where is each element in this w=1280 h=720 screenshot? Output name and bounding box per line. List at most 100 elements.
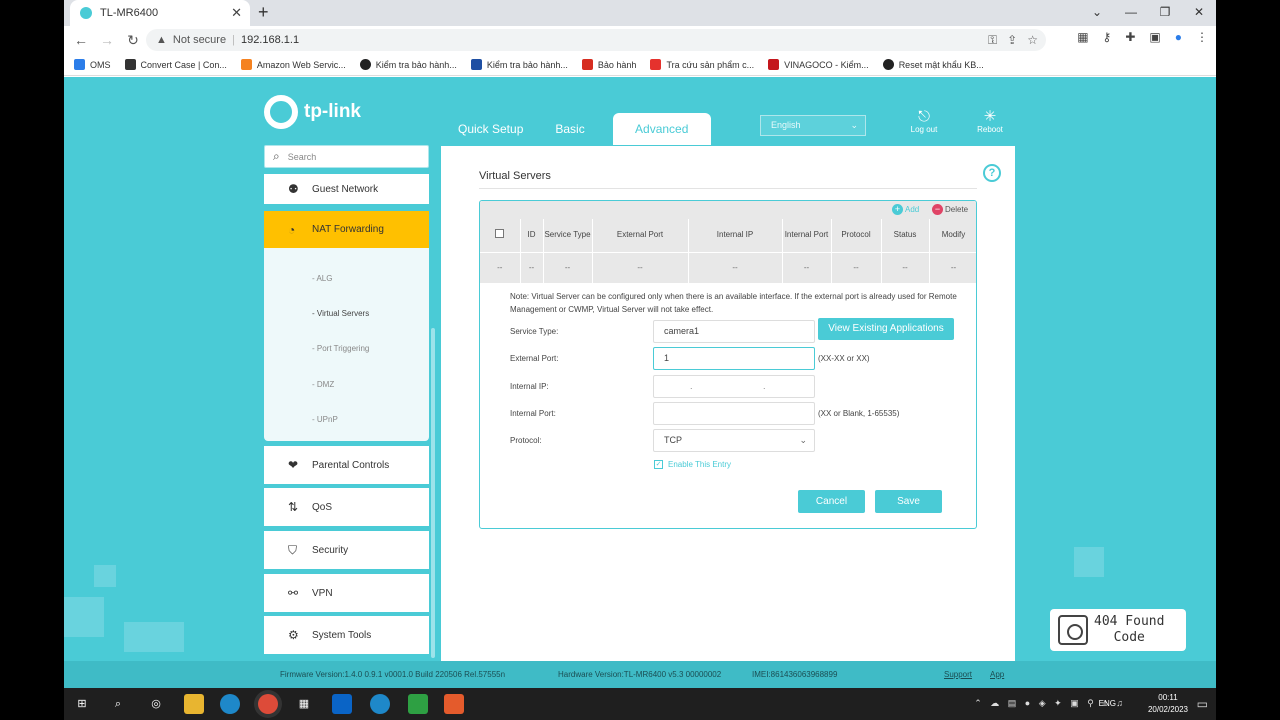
page-footer: Firmware Version:1.4.0 0.9.1 v0001.0 Bui… <box>64 661 1216 688</box>
help-icon[interactable]: ? <box>983 164 1001 182</box>
tab-basic[interactable]: Basic <box>539 113 600 145</box>
camera-logo-icon <box>1058 615 1088 645</box>
extensions-icon[interactable]: ✚ <box>1125 30 1135 44</box>
bookmark[interactable]: Kiểm tra bảo hành... <box>470 59 568 70</box>
table-toolbar: + Add − Delete <box>480 201 976 219</box>
file-explorer-icon[interactable] <box>184 694 204 714</box>
sidebar-item-guest-network[interactable]: ⚉ Guest Network <box>264 174 429 204</box>
delete-button[interactable]: − Delete <box>932 204 968 215</box>
camtasia-icon[interactable] <box>408 694 428 714</box>
internal-ip-input[interactable]: . . . <box>653 375 815 412</box>
edge-icon[interactable] <box>220 694 240 714</box>
profile-avatar-icon[interactable]: ● <box>1175 30 1182 44</box>
notifications-icon[interactable]: ▭ <box>1197 697 1208 711</box>
app-link[interactable]: App <box>990 670 1004 679</box>
share-icon[interactable]: ⇪ <box>1007 33 1017 48</box>
browser-window: TL-MR6400 ✕ + ⌄ — ❐ ✕ ← → ↻ ▲ Not secure… <box>64 0 1216 688</box>
close-tab-icon[interactable]: ✕ <box>231 5 242 21</box>
search-icon[interactable]: ⌕ <box>108 694 128 714</box>
add-button[interactable]: + Add <box>892 204 919 215</box>
app-icon[interactable]: ◎ <box>146 694 166 714</box>
sidebar-item-vpn[interactable]: ⚯ VPN <box>264 574 429 612</box>
bookmark[interactable]: Amazon Web Servic... <box>240 59 346 70</box>
internal-port-input[interactable] <box>653 402 815 425</box>
bookmark[interactable]: Convert Case | Con... <box>124 59 227 70</box>
side-panel-icon[interactable]: ▣ <box>1149 30 1160 44</box>
submenu-item-virtual-servers[interactable]: - Virtual Servers <box>312 309 369 318</box>
sidebar-item-nat-forwarding[interactable]: ◔ NAT Forwarding <box>264 211 429 248</box>
menu-icon[interactable]: ⋮ <box>1196 30 1208 44</box>
address-bar[interactable]: ▲ Not secure | 192.168.1.1 ⚿ ⇪ ☆ <box>146 29 1046 51</box>
new-tab-button[interactable]: + <box>258 2 269 23</box>
submenu-item-alg[interactable]: - ALG <box>312 274 332 283</box>
enable-entry-checkbox[interactable]: ✓ Enable This Entry <box>654 460 731 469</box>
key-icon[interactable]: ⚿ <box>988 33 997 48</box>
tab-advanced[interactable]: Advanced <box>612 113 711 145</box>
bookmark[interactable]: Kiểm tra bảo hành... <box>359 59 457 70</box>
reload-icon[interactable]: ↻ <box>120 32 146 49</box>
chrome-icon[interactable] <box>258 694 278 714</box>
recorder-icon[interactable] <box>444 694 464 714</box>
minimize-icon[interactable]: — <box>1114 0 1148 26</box>
restore-icon[interactable]: ❐ <box>1148 0 1182 26</box>
window-controls: ⌄ — ❐ ✕ <box>1080 0 1216 26</box>
gear-icon: ⚙ <box>288 628 299 642</box>
outlook-icon[interactable] <box>332 694 352 714</box>
support-link[interactable]: Support <box>944 670 972 679</box>
table-cell: -- <box>592 251 689 283</box>
password-key-icon[interactable]: ⚷ <box>1103 30 1112 44</box>
sidebar-item-security[interactable]: ⛉ Security <box>264 531 429 569</box>
toolbar-icons: ▦ ⚷ ✚ ▣ ● ⋮ <box>1077 30 1208 44</box>
logout-button[interactable]: ⎋ Log out <box>904 108 944 135</box>
app-icon[interactable] <box>370 694 390 714</box>
bookmark-icon <box>470 59 482 70</box>
virtual-servers-panel: + Add − Delete ID Service Type External Po… <box>479 200 977 529</box>
qr-icon[interactable]: ▦ <box>1077 30 1088 44</box>
qr-app-icon[interactable]: ▦ <box>294 694 314 714</box>
bookmark[interactable]: Bảo hành <box>581 59 636 70</box>
reboot-button[interactable]: ✳ Reboot <box>970 109 1010 135</box>
submenu-item-upnp[interactable]: - UPnP <box>312 415 338 424</box>
table-header: ID Service Type External Port Internal I… <box>480 219 976 252</box>
submenu-item-dmz[interactable]: - DMZ <box>312 380 334 389</box>
background-decoration <box>64 597 104 637</box>
protocol-select[interactable]: TCP ⌄ <box>653 429 815 452</box>
language-select[interactable]: English ⌄ <box>760 115 866 136</box>
page-title: Virtual Servers <box>479 170 551 182</box>
close-window-icon[interactable]: ✕ <box>1182 0 1216 26</box>
back-icon[interactable]: ← <box>68 32 94 48</box>
windows-start-icon[interactable]: ⊞ <box>72 694 92 714</box>
view-existing-applications-button[interactable]: View Existing Applications <box>818 318 954 340</box>
table-row: -- -- -- -- -- -- -- -- -- <box>480 251 976 283</box>
note-text: Note: Virtual Server can be configured o… <box>510 292 957 314</box>
service-type-label: Service Type: <box>510 327 559 336</box>
search-input[interactable]: ⌕ Search <box>264 145 429 168</box>
input-language[interactable]: ENG <box>1099 699 1116 708</box>
internal-ip-label: Internal IP: <box>510 382 549 391</box>
watermark-text: 404 Found Code <box>1094 614 1165 645</box>
sidebar-item-parental-controls[interactable]: ❤ Parental Controls <box>264 446 429 484</box>
bookmark[interactable]: Tra cứu sản phẩm c... <box>650 59 754 70</box>
bookmark[interactable]: VINAGOCO - Kiểm... <box>768 59 869 70</box>
bookmark[interactable]: OMS <box>74 59 111 70</box>
bookmark[interactable]: Reset mật khẩu KB... <box>882 59 984 70</box>
tab-list-chevron-icon[interactable]: ⌄ <box>1080 0 1114 26</box>
star-icon[interactable]: ☆ <box>1027 33 1038 48</box>
sidebar-item-qos[interactable]: ⇅ QoS <box>264 488 429 526</box>
tab-quick-setup[interactable]: Quick Setup <box>442 113 539 145</box>
submenu-item-port-triggering[interactable]: - Port Triggering <box>312 344 369 353</box>
browser-tab[interactable]: TL-MR6400 ✕ <box>70 0 250 26</box>
save-button[interactable]: Save <box>875 490 942 513</box>
external-port-input[interactable]: 1 <box>653 347 815 370</box>
sidebar-scrollbar[interactable] <box>431 328 435 658</box>
cancel-button[interactable]: Cancel <box>798 490 865 513</box>
nat-forwarding-icon: ◔ <box>288 222 296 237</box>
logout-icon: ⎋ <box>918 108 930 125</box>
sidebar-item-system-tools[interactable]: ⚙ System Tools <box>264 616 429 654</box>
bookmark-icon <box>240 59 252 70</box>
select-all-checkbox[interactable] <box>495 229 505 239</box>
clock[interactable]: 00:11 20/02/2023 <box>1148 692 1188 716</box>
watermark: 404 Found Code <box>1050 609 1186 651</box>
forward-icon[interactable]: → <box>94 32 120 48</box>
service-type-input[interactable]: camera1 <box>653 320 815 343</box>
